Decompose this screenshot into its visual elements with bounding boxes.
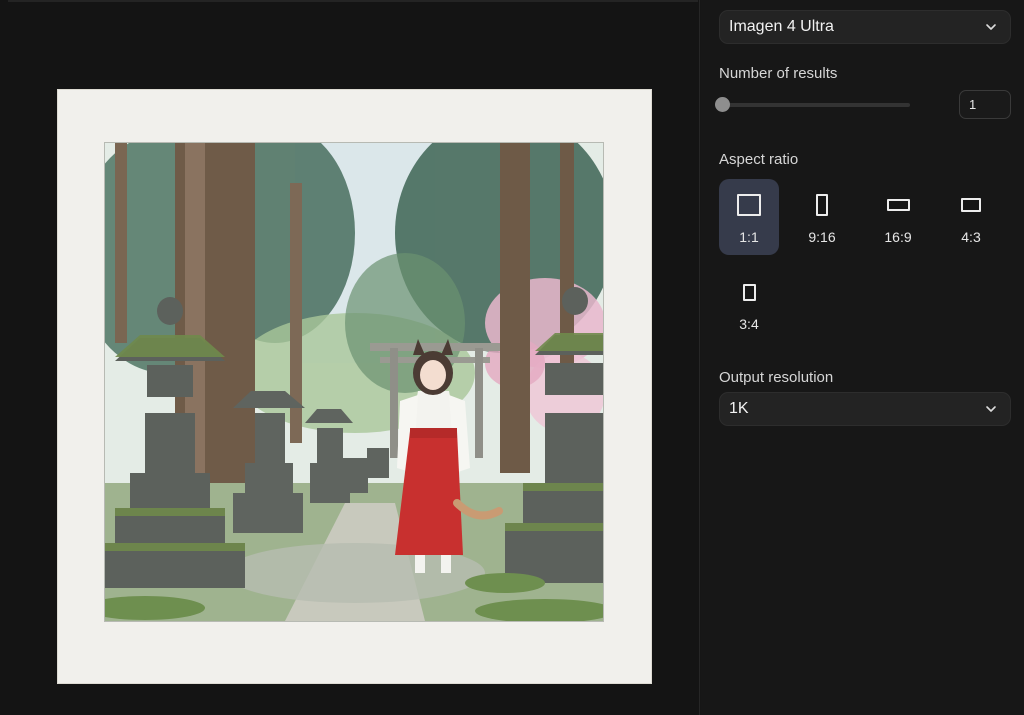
aspect-option-label: 3:4	[739, 316, 759, 332]
settings-panel: Imagen 4 Ultra Number of results Aspect …	[701, 0, 1024, 715]
aspect-option-1-1[interactable]: 1:1	[719, 179, 779, 255]
aspect-option-label: 4:3	[961, 229, 981, 245]
aspect-option-label: 16:9	[884, 229, 912, 245]
results-slider-track[interactable]	[722, 103, 910, 107]
illustration-svg	[105, 143, 603, 621]
results-number-input[interactable]	[959, 90, 1011, 119]
results-slider-thumb[interactable]	[715, 97, 730, 112]
square-ratio-icon	[737, 194, 761, 216]
chevron-down-icon	[986, 406, 996, 412]
landscape-ratio-icon	[886, 199, 910, 211]
model-select-value: Imagen 4 Ultra	[729, 18, 834, 35]
resolution-select-value: 1K	[729, 400, 749, 417]
aspect-option-4-3[interactable]: 4:3	[941, 179, 1001, 255]
number-of-results-label: Number of results	[719, 65, 838, 82]
landscape-ratio-icon	[961, 198, 981, 212]
portrait-ratio-icon	[816, 194, 828, 216]
output-resolution-label: Output resolution	[719, 369, 834, 386]
aspect-option-3-4[interactable]: 3:4	[719, 266, 779, 342]
aspect-ratio-label: Aspect ratio	[719, 151, 799, 168]
image-preview-area	[0, 0, 700, 715]
aspect-option-16-9[interactable]: 16:9	[868, 179, 928, 255]
aspect-option-label: 9:16	[808, 229, 836, 245]
aspect-option-9-16[interactable]: 9:16	[792, 179, 852, 255]
generated-image[interactable]	[57, 89, 652, 684]
divider	[8, 0, 698, 2]
watercolor-illustration	[105, 143, 603, 621]
resolution-select[interactable]: 1K	[719, 392, 1011, 426]
aspect-option-label: 1:1	[739, 229, 759, 245]
model-select[interactable]: Imagen 4 Ultra	[719, 10, 1011, 44]
portrait-ratio-icon	[742, 283, 756, 301]
chevron-down-icon	[986, 24, 996, 30]
